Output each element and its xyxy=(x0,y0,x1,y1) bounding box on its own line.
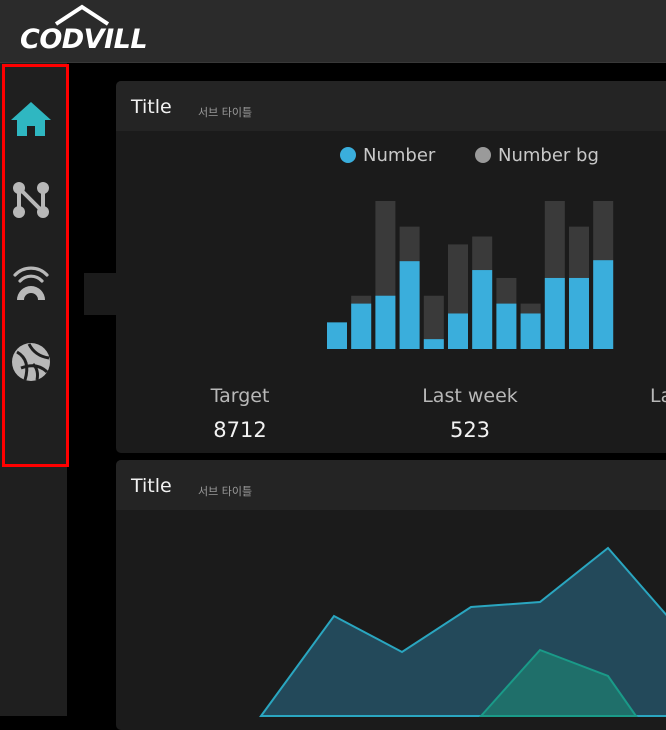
bar-number[interactable] xyxy=(375,295,396,349)
logo-text: CODVILL xyxy=(20,24,148,55)
stat-label: La xyxy=(650,385,666,407)
bar-number[interactable] xyxy=(544,277,565,349)
bar-number[interactable] xyxy=(351,303,372,349)
stat-target: Target 8712 xyxy=(160,385,320,442)
card-title: Title xyxy=(131,96,172,118)
bar-number[interactable] xyxy=(520,313,541,349)
area-chart-card: Title 서브 타이틀 xyxy=(116,460,666,730)
stat-truncated: La xyxy=(650,385,666,418)
bar-number[interactable] xyxy=(569,277,589,349)
bar-number[interactable] xyxy=(423,339,444,349)
bar-number[interactable] xyxy=(472,270,493,349)
card-subtitle: 서브 타이틀 xyxy=(198,485,253,498)
stat-label: Target xyxy=(210,385,270,407)
bar-number[interactable] xyxy=(448,313,468,349)
stat-value: 523 xyxy=(449,418,491,442)
card-header: Title 서브 타이틀 xyxy=(116,81,666,131)
logo-roof-icon xyxy=(54,4,110,26)
card-title: Title xyxy=(131,475,172,497)
bar-number[interactable] xyxy=(496,303,517,349)
area-chart xyxy=(259,546,666,717)
stat-value: 8712 xyxy=(213,418,267,442)
sidebar-selection-outline xyxy=(2,64,69,467)
bar-chart-card: Title 서브 타이틀 Number Number bg Target 871… xyxy=(116,81,666,453)
top-bar: CODVILL xyxy=(0,0,666,63)
card-header: Title 서브 타이틀 xyxy=(116,460,666,510)
bar-chart xyxy=(327,201,614,349)
stat-last-week: Last week 523 xyxy=(390,385,550,442)
bar-number[interactable] xyxy=(593,260,614,349)
bar-number[interactable] xyxy=(327,322,347,349)
stat-label: Last week xyxy=(422,385,518,407)
bar-number[interactable] xyxy=(399,261,420,349)
card-subtitle: 서브 타이틀 xyxy=(198,106,253,119)
logo[interactable]: CODVILL xyxy=(18,4,148,58)
